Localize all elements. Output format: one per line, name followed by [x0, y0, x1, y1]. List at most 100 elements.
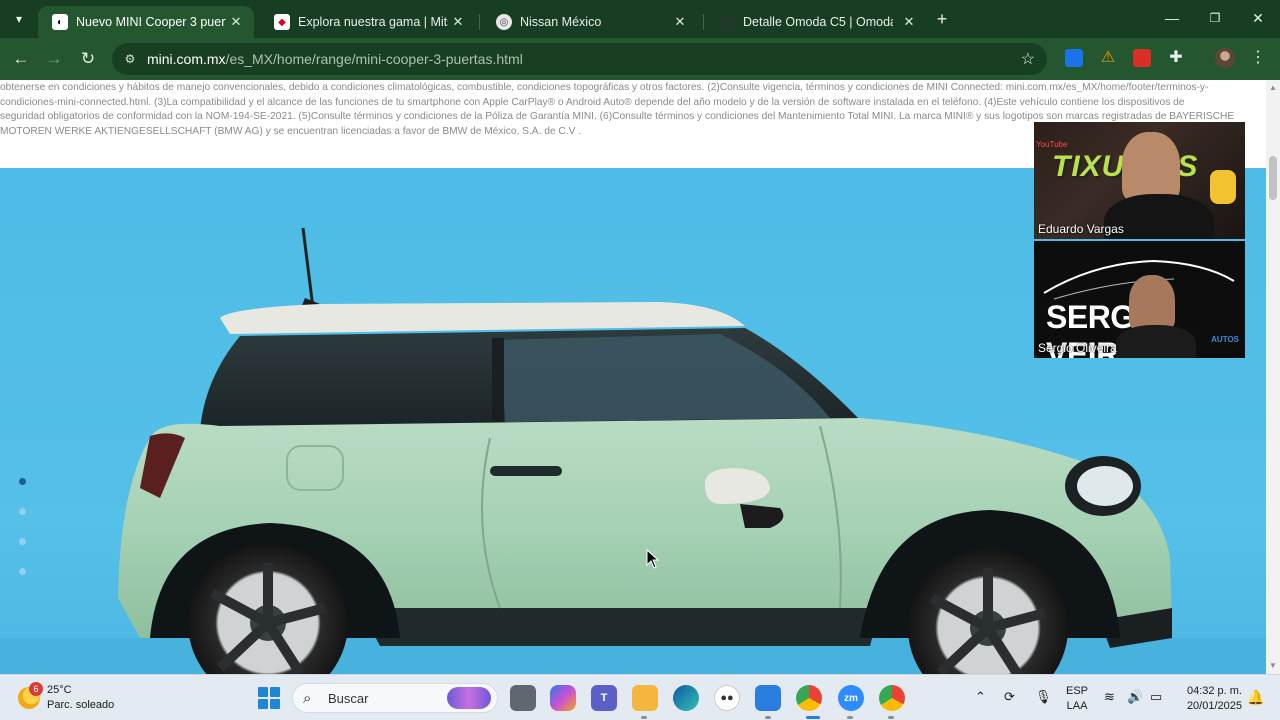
carousel-dot[interactable] — [19, 538, 26, 545]
autos-tag: AUTOS — [1211, 335, 1239, 344]
browser-toolbar: ← → ↻ ⚙ mini.com.mx/es_MX/home/range/min… — [0, 38, 1280, 80]
close-icon[interactable]: ✕ — [901, 14, 917, 30]
webcam-eduardo: YouTube TIXUZ OS Eduardo Vargas — [1034, 122, 1245, 239]
omoda-favicon-icon — [719, 14, 735, 30]
url-host: mini.com.mx — [147, 51, 226, 67]
windows-start-icon[interactable] — [258, 687, 280, 709]
sync-icon[interactable]: ⟳ — [1004, 689, 1015, 705]
person-silhouette — [1122, 132, 1180, 202]
tab-strip: ▾ ◐ Nuevo MINI Cooper 3 puertas | ✕ ◆ Ex… — [0, 0, 1280, 38]
tab-title: Detalle Omoda C5 | Omoda — [743, 15, 893, 29]
browser-window: ▾ ◐ Nuevo MINI Cooper 3 puertas | ✕ ◆ Ex… — [0, 0, 1280, 674]
url-path: /es_MX/home/range/mini-cooper-3-puertas.… — [225, 51, 523, 67]
site-info-icon[interactable]: ⚙ — [122, 51, 138, 67]
photos-icon[interactable] — [755, 685, 781, 711]
media-player-icon[interactable]: ●● — [714, 685, 740, 711]
clock-time: 04:32 p. m. — [1186, 685, 1242, 697]
file-explorer-icon[interactable] — [632, 685, 658, 711]
system-clock[interactable]: 04:32 p. m. 20/01/2025 — [1178, 684, 1242, 714]
tab-title: Nissan México — [520, 15, 602, 29]
running-indicator — [888, 716, 894, 719]
volume-icon[interactable]: 🔊 — [1127, 689, 1143, 705]
running-indicator — [765, 716, 771, 719]
search-placeholder: Buscar — [328, 691, 369, 706]
person-torso — [1116, 325, 1196, 358]
nissan-favicon-icon: ◎ — [496, 14, 512, 30]
url-text[interactable]: mini.com.mx/es_MX/home/range/mini-cooper… — [147, 51, 523, 67]
new-tab-button[interactable]: + — [932, 9, 952, 29]
minimize-icon[interactable]: — — [1162, 8, 1182, 28]
chrome-profile-icon[interactable] — [879, 685, 905, 711]
legal-line: obtenerse en condiciones y hábitos de ma… — [0, 82, 1209, 93]
tab-separator — [703, 14, 704, 30]
youtube-tag: YouTube — [1036, 140, 1068, 149]
bookmark-star-icon[interactable]: ☆ — [1021, 49, 1035, 69]
close-icon[interactable]: ✕ — [672, 14, 688, 30]
weather-temperature[interactable]: 25°C — [47, 684, 72, 696]
keyboard-layout: LAA — [1066, 700, 1088, 712]
tab-mitsubishi[interactable]: ◆ Explora nuestra gama | Mitsubi ✕ — [260, 6, 476, 38]
wifi-icon[interactable]: ≋ — [1104, 689, 1115, 705]
notification-bell-icon[interactable]: 🔔 — [1247, 689, 1264, 706]
tab-nissan[interactable]: ◎ Nissan México ✕ — [482, 6, 698, 38]
carousel-dot[interactable] — [19, 478, 26, 485]
restore-icon[interactable]: ❐ — [1205, 8, 1225, 28]
page-scrollbar[interactable]: ▲ ▼ — [1266, 80, 1280, 674]
thumbs-up-icon — [1210, 170, 1236, 204]
tab-search-button[interactable]: ▾ — [6, 6, 32, 32]
webcam-sergio: SERGIO VEIRA AUTOS Sergio Oliveira — [1034, 241, 1245, 358]
clock-date: 20/01/2025 — [1186, 700, 1242, 712]
teams-icon[interactable]: T — [591, 685, 617, 711]
weather-description[interactable]: Parc. soleado — [47, 699, 114, 711]
address-bar[interactable]: ⚙ mini.com.mx/es_MX/home/range/mini-coop… — [112, 43, 1047, 75]
person-silhouette — [1129, 275, 1175, 331]
participant-name: Eduardo Vargas — [1038, 222, 1124, 236]
scroll-down-icon[interactable]: ▼ — [1269, 662, 1277, 670]
scroll-up-icon[interactable]: ▲ — [1269, 84, 1277, 92]
chrome-icon[interactable] — [796, 685, 822, 711]
back-arrow-icon[interactable]: ← — [8, 46, 34, 72]
close-window-icon[interactable]: ✕ — [1248, 8, 1268, 28]
mini-favicon-icon: ◐ — [52, 14, 68, 30]
copilot-icon[interactable] — [550, 685, 576, 711]
tab-title: Nuevo MINI Cooper 3 puertas | — [76, 15, 226, 29]
running-indicator — [847, 716, 853, 719]
input-language[interactable]: ESP LAA — [1066, 684, 1088, 714]
carousel-dot[interactable] — [19, 568, 26, 575]
carousel-pagination — [19, 478, 27, 598]
extensions-puzzle-icon[interactable]: ✚ — [1167, 49, 1185, 67]
mitsubishi-favicon-icon: ◆ — [274, 14, 290, 30]
close-icon[interactable]: ✕ — [450, 14, 466, 30]
taskbar-search[interactable]: ⌕ Buscar — [292, 683, 498, 713]
task-view-icon[interactable] — [510, 685, 536, 711]
scrollbar-thumb[interactable] — [1269, 156, 1277, 200]
tab-omoda[interactable]: Detalle Omoda C5 | Omoda ✕ — [705, 6, 927, 38]
legal-line: condiciones-mini-connected.html. (3)La c… — [0, 96, 1185, 108]
search-icon: ⌕ — [303, 690, 312, 707]
carousel-dot[interactable] — [19, 508, 26, 515]
menu-kebab-icon[interactable]: ⋮ — [1250, 48, 1266, 68]
search-highlight-icon — [447, 687, 491, 709]
participant-name: Sergio Oliveira — [1038, 341, 1117, 355]
running-indicator — [641, 716, 647, 719]
close-icon[interactable]: ✕ — [228, 14, 244, 30]
lang-code: ESP — [1066, 685, 1089, 697]
extension-bookmark-icon[interactable] — [1065, 49, 1083, 67]
battery-icon[interactable]: ▭ — [1150, 689, 1162, 705]
tray-chevron-up-icon[interactable]: ⌃ — [975, 689, 986, 705]
profile-avatar[interactable] — [1215, 48, 1235, 68]
tab-mini-cooper[interactable]: ◐ Nuevo MINI Cooper 3 puertas | ✕ — [38, 6, 254, 38]
mouse-cursor-icon — [646, 549, 660, 569]
zoom-icon[interactable]: zm — [838, 685, 864, 711]
microphone-icon[interactable]: 🎙 — [1035, 689, 1052, 705]
edge-icon[interactable] — [673, 685, 699, 711]
windows-taskbar: 6 25°C Parc. soleado ⌕ Buscar T ●● zm ⌃ … — [0, 674, 1280, 720]
tab-separator — [479, 14, 480, 30]
forward-arrow-icon[interactable]: → — [41, 46, 67, 72]
active-indicator — [806, 716, 820, 719]
extension-red-icon[interactable] — [1133, 49, 1151, 67]
extension-warning-icon[interactable]: ⚠ — [1099, 49, 1117, 67]
weather-badge: 6 — [29, 682, 43, 696]
reload-icon[interactable]: ↻ — [75, 46, 101, 72]
tab-title: Explora nuestra gama | Mitsubi — [298, 15, 448, 29]
